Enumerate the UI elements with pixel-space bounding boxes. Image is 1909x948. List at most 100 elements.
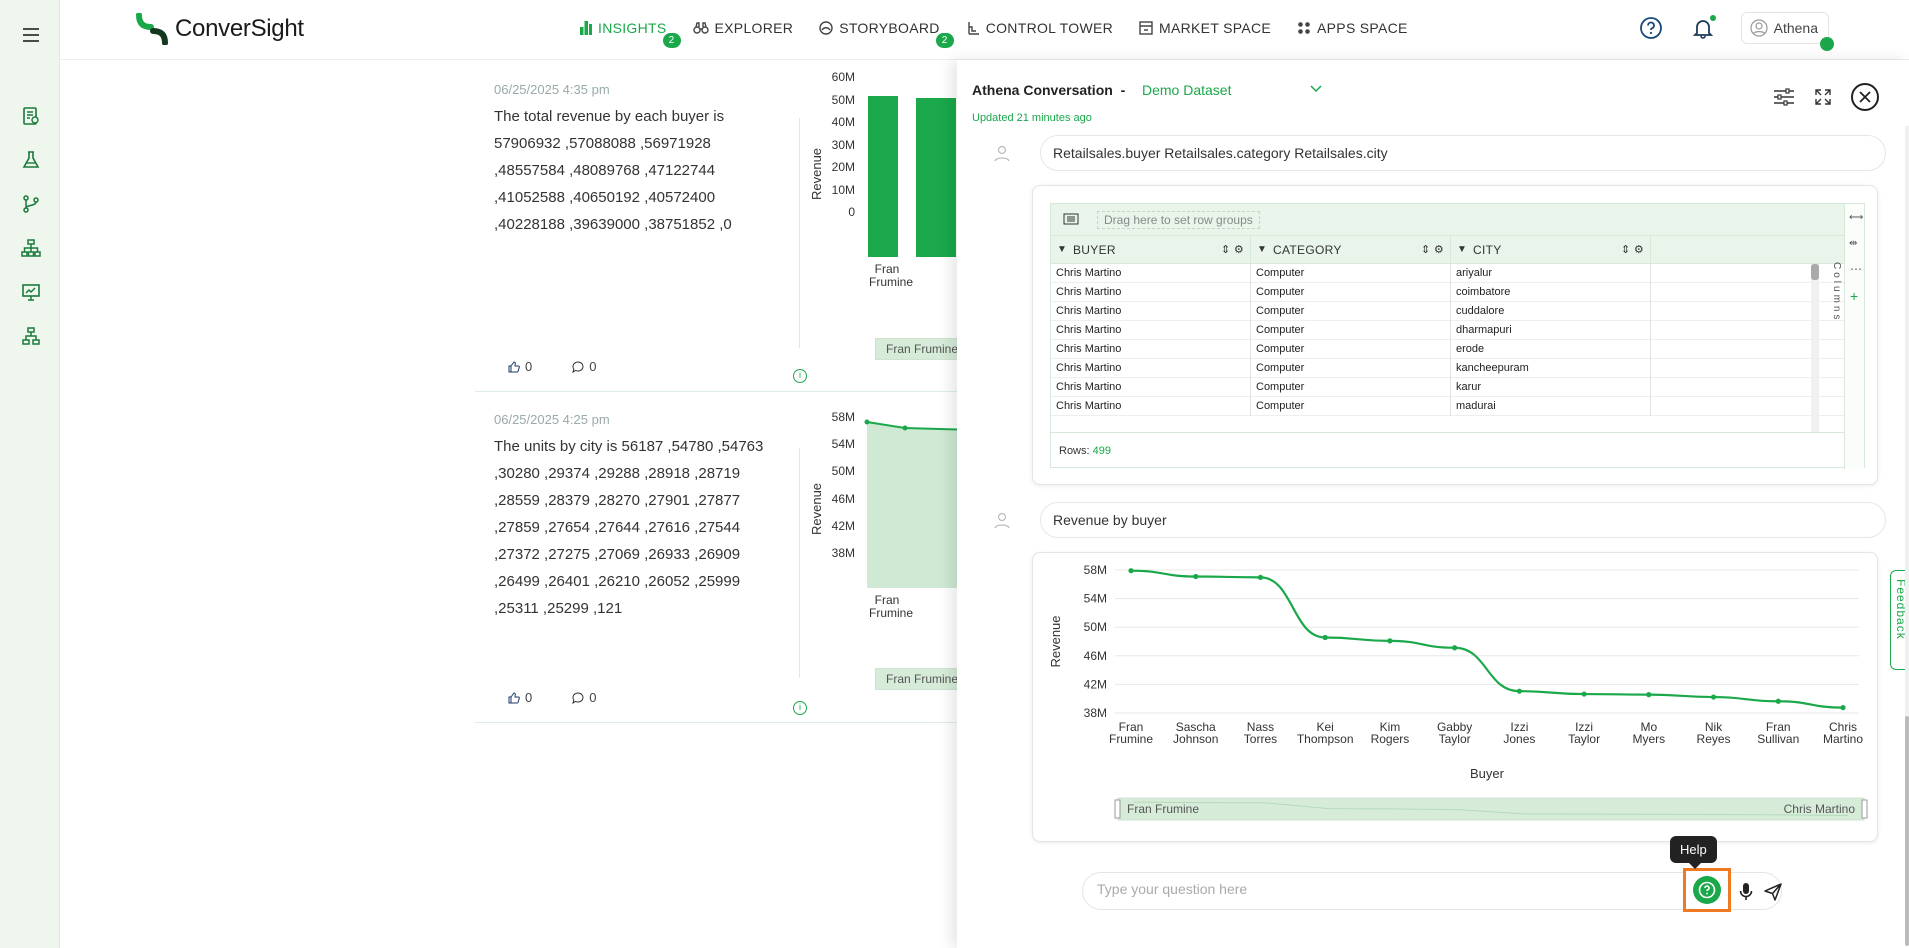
like-button[interactable]: 0 [508,359,532,374]
data-point [1516,688,1522,694]
user-avatar-icon [1750,19,1768,37]
table-row[interactable]: Chris Martino Computer karur [1051,378,1846,397]
nav-apps-space[interactable]: APPS SPACE [1297,20,1408,36]
filter-icon[interactable]: ▼ [1457,236,1467,264]
revenue-line-chart: 58M 54M 50M 46M 42M 38M Revenue Fran Frumine Sasc… [1048,563,1868,821]
notification-bell-icon[interactable] [1689,14,1717,42]
rows-count: 499 [1092,445,1111,457]
nav-market-space[interactable]: MARKET SPACE [1139,20,1271,36]
send-icon[interactable] [1763,882,1783,902]
flask-icon[interactable] [20,149,42,171]
y-tick-label: 58M [831,410,855,424]
sort-settings-icon[interactable]: ⇕ ⚙ [1221,236,1244,264]
user-query: Revenue by buyer [992,502,1886,538]
nav-insights[interactable]: INSIGHTS 2 [580,20,681,48]
card-x-label: Fran Frumine [869,593,914,620]
info-icon[interactable]: i [793,701,807,715]
autosize-icon[interactable]: ⟷ [1849,212,1863,223]
grid-footer: Rows: 499 [1051,432,1846,468]
menu-icon[interactable] [20,24,42,46]
like-button[interactable]: 0 [508,690,532,705]
table-row[interactable]: Chris Martino Computer dharmapuri [1051,321,1846,340]
column-header-category[interactable]: ▼ CATEGORY ⇕ ⚙ [1251,236,1451,264]
dataset-selector[interactable]: Demo Dataset [1142,82,1231,98]
close-icon[interactable] [1851,83,1879,111]
query-text[interactable]: Retailsales.buyer Retailsales.category R… [1040,135,1886,171]
sort-settings-icon[interactable]: ⇕ ⚙ [1421,236,1444,264]
user-dropdown-icon[interactable] [1820,37,1834,51]
apps-icon [1297,21,1311,35]
help-button[interactable] [1683,868,1731,912]
expand-icon[interactable] [1815,89,1831,105]
data-point [1387,638,1393,644]
y-tick-label: 40M [831,115,855,129]
help-circle-icon[interactable] [1637,14,1665,42]
org-chart-icon[interactable] [20,325,42,347]
chart-navigator[interactable] [1117,797,1865,821]
data-point [1193,573,1199,580]
comment-count: 0 [589,690,597,705]
columns-tool-panel[interactable]: Columns [1826,262,1842,322]
nav-label: STORYBOARD [839,20,940,36]
table-row[interactable]: Chris Martino Computer erode [1051,340,1846,359]
presentation-icon[interactable] [20,281,42,303]
table-row[interactable]: Chris Martino Computer kancheepuram [1051,359,1846,378]
row-group-panel[interactable]: Drag here to set row groups [1051,204,1846,236]
brand-logo[interactable]: ConverSight [135,13,304,45]
nav-storyboard[interactable]: STORYBOARD 2 [819,20,954,48]
table-cell: Computer [1251,302,1451,321]
more-options-icon[interactable]: ⋯ [1850,262,1862,276]
filter-icon[interactable]: ▼ [1257,236,1267,264]
conversight-logo-icon [136,13,168,45]
hierarchy-icon[interactable] [20,237,42,259]
x-tick-label: Mo Myers [1632,720,1665,746]
info-icon[interactable]: i [793,369,807,383]
filter-icon[interactable]: ▼ [1057,236,1067,264]
panel-scrollbar-thumb[interactable] [1905,716,1909,946]
report-icon[interactable] [20,105,42,127]
table-row[interactable]: Chris Martino Computer ariyalur [1051,264,1846,283]
nav-control-tower[interactable]: CONTROL TOWER [966,20,1113,36]
updated-status: Updated 21 minutes ago [972,112,1092,124]
user-menu[interactable]: Athena [1740,12,1834,51]
left-sidebar [0,0,60,948]
chevron-down-icon[interactable] [1310,80,1322,96]
table-row[interactable]: Chris Martino Computer cuddalore [1051,302,1846,321]
table-row[interactable]: Chris Martino Computer madurai [1051,397,1846,416]
card-divider [799,118,800,348]
binoculars-icon [692,22,709,34]
settings-sliders-icon[interactable] [1773,88,1795,106]
x-tick-label: Fran Sullivan [1757,720,1799,746]
nav-badge: 2 [935,33,954,48]
column-header-buyer[interactable]: ▼ BUYER ⇕ ⚙ [1051,236,1251,264]
navigator-handle-left[interactable] [1114,799,1121,819]
column-header-label: CITY [1473,243,1502,257]
table-cell: Chris Martino [1051,283,1251,302]
chart-bar [868,96,898,257]
microphone-icon[interactable] [1739,882,1753,902]
grid-side-bar: ⟷ ⇹ ⋯ + [1844,204,1864,469]
athena-conversation-panel: Athena Conversation - Demo Dataset Updat… [957,60,1909,948]
add-icon[interactable]: + [1850,288,1858,304]
table-cell: Chris Martino [1051,340,1251,359]
notification-dot [1709,15,1716,21]
sort-settings-icon[interactable]: ⇕ ⚙ [1621,236,1644,264]
comment-button[interactable]: 0 [572,359,596,374]
nav-explorer[interactable]: EXPLORER [692,20,794,36]
grid-scrollbar-thumb[interactable] [1811,264,1819,280]
table-cell: Computer [1251,397,1451,416]
table-row[interactable]: Chris Martino Computer coimbatore [1051,283,1846,302]
fit-columns-icon[interactable]: ⇹ [1849,238,1857,249]
data-point [1452,645,1458,651]
panel-title-text: Athena Conversation [972,82,1113,98]
branch-icon[interactable] [20,193,42,215]
storyboard-icon [819,21,833,35]
question-input[interactable] [1097,881,1547,897]
column-header-city[interactable]: ▼ CITY ⇕ ⚙ [1451,236,1651,264]
panel-scrollbar[interactable] [1905,126,1909,946]
y-tick-label: 54M [1084,592,1107,606]
grid-scrollbar[interactable] [1811,264,1819,432]
query-text[interactable]: Revenue by buyer [1040,502,1886,538]
navigator-handle-right[interactable] [1861,799,1868,819]
comment-button[interactable]: 0 [572,690,596,705]
